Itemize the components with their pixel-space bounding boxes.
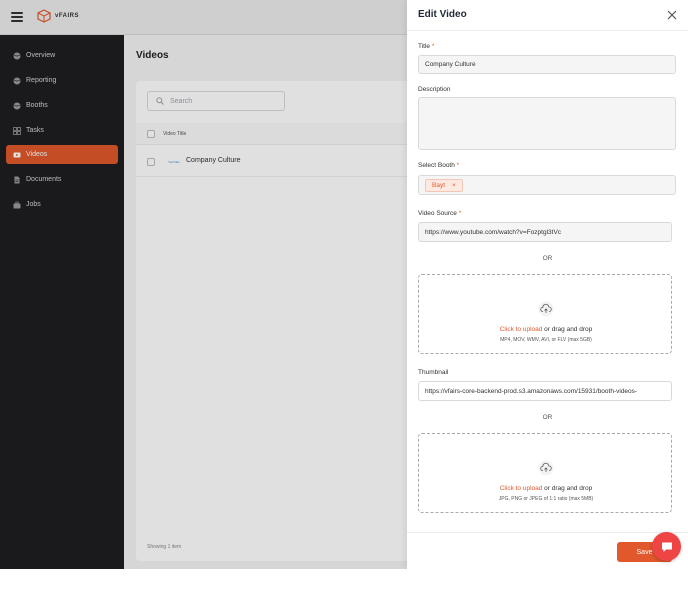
chat-widget-button[interactable] (652, 532, 681, 561)
close-icon[interactable] (666, 9, 678, 21)
or-divider: OR (542, 255, 553, 262)
thumbnail-url-input[interactable]: https://vfairs-core-backend-prod.s3.amaz… (418, 381, 672, 401)
description-textarea[interactable] (418, 97, 676, 150)
booth-field-label: Select Booth * (418, 162, 459, 169)
thumbnail-upload-hint: JPG, PNG or JPEG of 1:1 ratio (max 5MB) (498, 496, 594, 502)
thumbnail-field-label: Thumbnail (418, 369, 449, 376)
required-mark: * (431, 43, 435, 50)
drawer-header: Edit Video (407, 0, 688, 31)
booth-label-text: Select Booth (418, 162, 455, 169)
description-field-label: Description (418, 86, 451, 93)
thumbnail-upload-instruction: Click to upload or drag and drop (419, 485, 673, 492)
video-source-label-text: Video Source (418, 210, 457, 217)
thumbnail-url-value: https://vfairs-core-backend-prod.s3.amaz… (425, 387, 638, 395)
video-source-field-label: Video Source * (418, 210, 461, 217)
upload-cloud-icon (538, 460, 554, 476)
video-source-input[interactable]: https://www.youtube.com/watch?v=Fozptgl3… (418, 222, 672, 242)
thumbnail-upload-dropzone[interactable]: Click to upload or drag and drop JPG, PN… (418, 433, 672, 513)
title-field-label: Title * (418, 43, 434, 50)
drawer-title: Edit Video (418, 9, 467, 20)
edit-video-drawer: Edit Video Title * Company Culture Descr… (407, 0, 688, 569)
video-upload-instruction: Click to upload or drag and drop (419, 326, 673, 333)
click-to-upload-link[interactable]: Click to upload (500, 326, 543, 333)
modal-backdrop[interactable] (0, 0, 407, 569)
title-input-value: Company Culture (425, 61, 476, 68)
video-source-value: https://www.youtube.com/watch?v=Fozptgl3… (425, 228, 562, 236)
video-upload-hint: MP4, MOV, WMV, AVI, or FLV (max 5GB) (500, 337, 592, 343)
chat-bubble-icon (661, 542, 672, 552)
or-divider: OR (542, 414, 553, 421)
drag-drop-text: or drag and drop (542, 326, 593, 333)
click-to-upload-link[interactable]: Click to upload (500, 485, 543, 492)
tag-remove-icon[interactable]: × (452, 182, 456, 189)
booth-tag: Bayt × (425, 178, 463, 192)
booth-tag-label: Bayt (432, 181, 446, 189)
upload-cloud-icon (538, 301, 554, 317)
required-mark: * (458, 210, 462, 217)
drag-drop-text: or drag and drop (542, 485, 593, 492)
booth-select[interactable]: Bayt × (418, 175, 676, 195)
required-mark: * (456, 162, 460, 169)
title-label-text: Title (418, 43, 431, 50)
title-input[interactable]: Company Culture (418, 55, 676, 74)
video-upload-dropzone[interactable]: Click to upload or drag and drop MP4, MO… (418, 274, 672, 354)
app-window: vFAIRS Overview Reporting Booths Tasks V… (0, 0, 688, 569)
